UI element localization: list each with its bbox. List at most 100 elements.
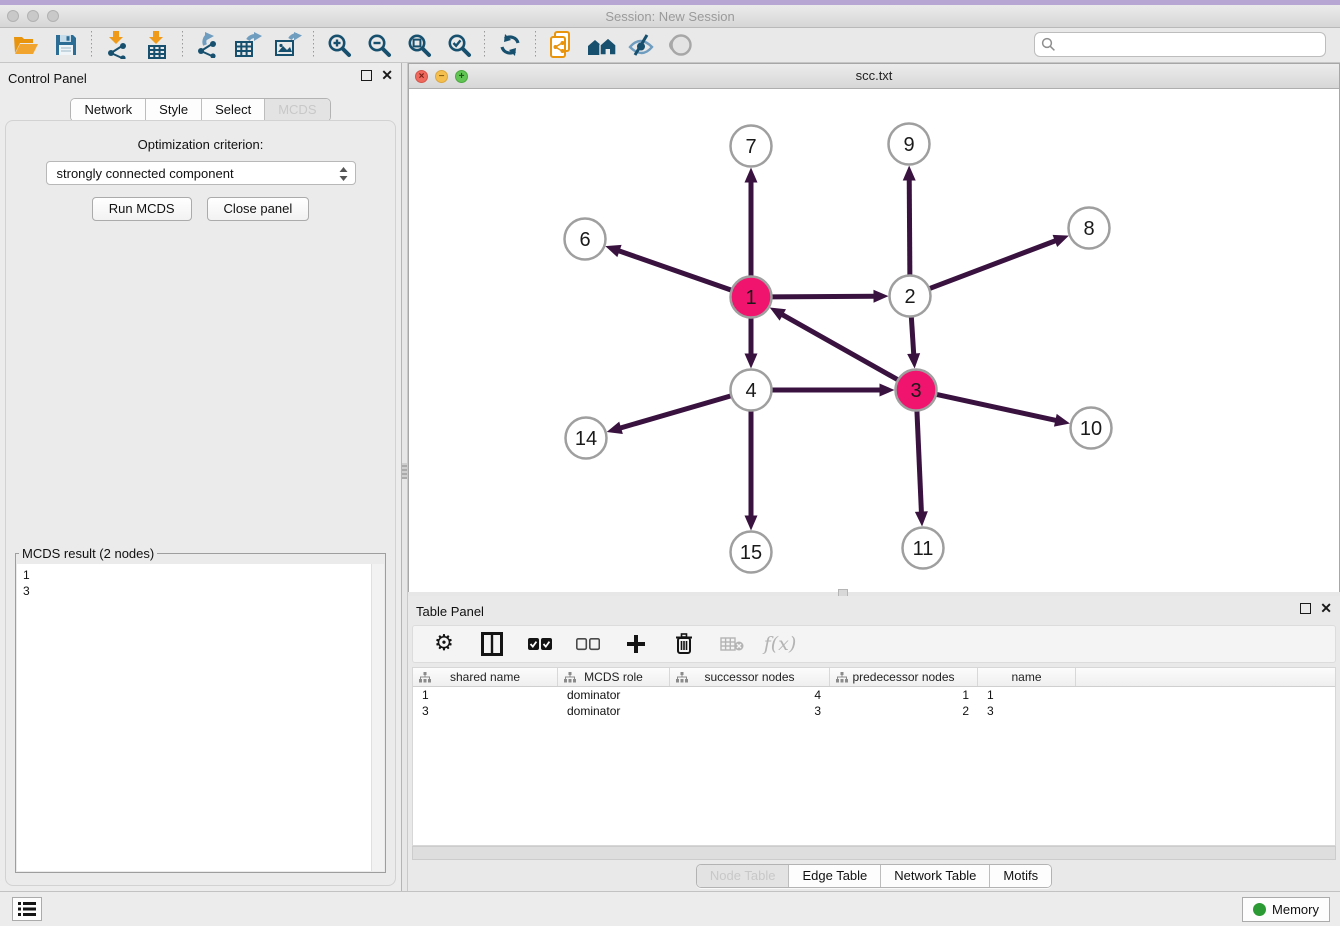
graph-node-1[interactable]: 1 (731, 277, 772, 318)
hide-panel-button[interactable] (621, 29, 661, 61)
graph-edge-1-7[interactable] (745, 168, 758, 277)
node-label: 1 (745, 287, 756, 309)
graph-edge-2-8[interactable] (929, 235, 1069, 289)
delete-column-button[interactable] (671, 631, 697, 657)
graph-node-8[interactable]: 8 (1069, 208, 1110, 249)
column-header-shared-name[interactable]: shared name (413, 668, 558, 686)
table-cell[interactable]: 2 (830, 703, 978, 719)
network-canvas[interactable]: 7 9 6 8 1 2 4 3 14 10 15 11 (409, 89, 1339, 592)
eye-button[interactable] (661, 29, 701, 61)
home-button[interactable] (581, 29, 621, 61)
column-header-predecessor-nodes[interactable]: predecessor nodes (830, 668, 978, 686)
graph-edge-3-1[interactable] (770, 308, 898, 380)
window-title: Session: New Session (0, 9, 1340, 24)
column-header-name[interactable]: name (978, 668, 1076, 686)
mcds-result-list[interactable]: 13 (17, 564, 384, 871)
table-cell[interactable]: dominator (558, 703, 670, 719)
graph-edge-2-3[interactable] (907, 316, 920, 368)
tab-mcds[interactable]: MCDS (265, 99, 329, 121)
tab-select[interactable]: Select (202, 99, 265, 121)
table-cell[interactable]: 3 (978, 703, 1076, 719)
float-table-panel-button[interactable] (1300, 603, 1311, 614)
duplicate-network-button[interactable] (541, 29, 581, 61)
tab-network[interactable]: Network (71, 99, 146, 121)
toolbar-separator (182, 31, 183, 59)
graph-node-2[interactable]: 2 (890, 276, 931, 317)
select-all-button[interactable] (527, 631, 553, 657)
table-cell[interactable]: dominator (558, 687, 670, 703)
table-cell[interactable]: 4 (670, 687, 830, 703)
network-window-titlebar[interactable]: × − + scc.txt (409, 64, 1339, 89)
export-table-button[interactable] (228, 29, 268, 61)
graph-node-9[interactable]: 9 (889, 124, 930, 165)
deselect-all-button[interactable] (575, 631, 601, 657)
export-image-button[interactable] (268, 29, 308, 61)
save-session-button[interactable] (46, 29, 86, 61)
zoom-selected-button[interactable] (439, 29, 479, 61)
control-panel-tabbar: NetworkStyleSelectMCDS (0, 98, 401, 122)
tab-network-table[interactable]: Network Table (881, 865, 990, 887)
search-input[interactable] (1034, 32, 1326, 57)
table-cell[interactable]: 1 (830, 687, 978, 703)
tab-motifs[interactable]: Motifs (990, 865, 1051, 887)
graph-edge-4-15[interactable] (745, 411, 758, 531)
task-history-button[interactable] (12, 897, 42, 921)
table-cell[interactable]: 1 (413, 687, 558, 703)
splitter-grip[interactable] (402, 463, 407, 479)
graph-edge-1-6[interactable] (605, 245, 731, 290)
table-row[interactable]: 3dominator323 (413, 703, 1335, 719)
zoom-in-button[interactable] (319, 29, 359, 61)
column-header-MCDS-role[interactable]: MCDS role (558, 668, 670, 686)
gear-button[interactable]: ⚙ (431, 631, 457, 657)
zoom-out-icon (367, 33, 392, 58)
graph-edge-2-9[interactable] (903, 165, 916, 275)
graph-edge-3-11[interactable] (915, 410, 928, 526)
memory-button[interactable]: Memory (1242, 897, 1330, 922)
close-table-panel-button[interactable]: ✕ (1320, 603, 1332, 614)
close-panel-button-mcds[interactable]: Close panel (207, 197, 310, 221)
import-table-button[interactable] (137, 29, 177, 61)
tab-node-table[interactable]: Node Table (697, 865, 790, 887)
open-session-button[interactable] (6, 29, 46, 61)
refresh-button[interactable] (490, 29, 530, 61)
graph-edge-1-2[interactable] (771, 290, 888, 303)
table-cell[interactable]: 3 (413, 703, 558, 719)
refresh-icon (498, 33, 522, 57)
result-scrollbar[interactable] (371, 564, 384, 871)
import-network-button[interactable] (97, 29, 137, 61)
criterion-select[interactable]: strongly connected component (46, 161, 356, 185)
graph-edge-3-10[interactable] (936, 394, 1070, 426)
graph-node-14[interactable]: 14 (566, 418, 607, 459)
table-cell[interactable]: 1 (978, 687, 1076, 703)
graph-node-3[interactable]: 3 (896, 370, 937, 411)
table-scrollbar[interactable] (412, 846, 1336, 860)
add-column-button[interactable] (623, 631, 649, 657)
hierarchy-icon (419, 672, 431, 683)
zoom-fit-button[interactable] (399, 29, 439, 61)
graph-node-10[interactable]: 10 (1071, 408, 1112, 449)
table-row[interactable]: 1dominator411 (413, 687, 1335, 703)
columns-button[interactable] (479, 631, 505, 657)
graph-node-7[interactable]: 7 (731, 126, 772, 167)
float-panel-button[interactable] (361, 70, 372, 81)
toolbar-separator (313, 31, 314, 59)
graph-node-15[interactable]: 15 (731, 532, 772, 573)
graph-edge-4-3[interactable] (772, 384, 895, 397)
vertical-splitter[interactable] (401, 63, 408, 891)
run-mcds-button[interactable]: Run MCDS (92, 197, 192, 221)
table-cell[interactable]: 3 (670, 703, 830, 719)
zoom-out-button[interactable] (359, 29, 399, 61)
memory-label: Memory (1272, 902, 1319, 917)
export-network-button[interactable] (188, 29, 228, 61)
close-panel-button[interactable]: ✕ (381, 70, 393, 81)
node-label: 15 (740, 542, 762, 564)
tab-edge-table[interactable]: Edge Table (789, 865, 881, 887)
column-header-successor-nodes[interactable]: successor nodes (670, 668, 830, 686)
graph-edge-4-14[interactable] (607, 396, 732, 434)
memory-status-icon (1253, 903, 1266, 916)
graph-node-6[interactable]: 6 (565, 219, 606, 260)
tab-style[interactable]: Style (146, 99, 202, 121)
graph-edge-1-4[interactable] (745, 318, 758, 369)
graph-node-11[interactable]: 11 (903, 528, 944, 569)
graph-node-4[interactable]: 4 (731, 370, 772, 411)
